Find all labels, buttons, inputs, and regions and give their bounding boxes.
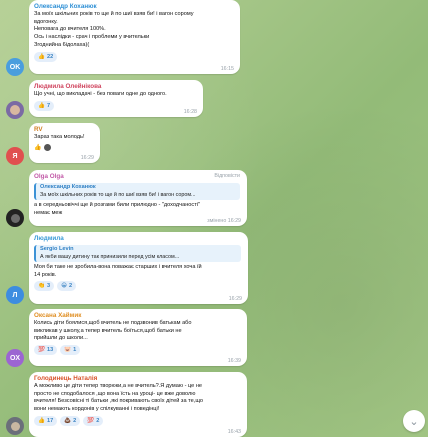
reaction-hundred[interactable]: 💯 13 <box>34 345 58 356</box>
message-line: Колись діти боялися,щоб вчитель не подзв… <box>34 320 192 326</box>
smile-icon: 😁 <box>61 283 67 290</box>
sender-name[interactable]: Людмила Олейнікова <box>34 83 196 91</box>
avatar[interactable] <box>6 417 24 435</box>
thumbs-up-icon: 👍 <box>38 102 45 109</box>
hundred-icon: 💯 <box>38 347 45 354</box>
message-time: 16:43 <box>227 429 241 435</box>
message-line: Ось і наслідки - срач і проблеми у вчите… <box>34 34 150 41</box>
avatar[interactable]: OX <box>6 349 24 367</box>
message-line: Згоднийна 6ідолаха)( <box>34 41 90 48</box>
message-time: змінено 16:29 <box>207 218 241 224</box>
thumbs-up-icon[interactable]: 👍 <box>34 144 41 151</box>
avatar[interactable] <box>6 209 24 227</box>
chevron-down-icon: ⌄ <box>409 415 419 428</box>
reaction-clap[interactable]: 👏 3 <box>34 281 55 292</box>
message-bubble[interactable]: Людмила Sergio Levin А якби вашу дитину … <box>29 232 248 304</box>
reaction-smile[interactable]: 😁 2 <box>57 281 77 292</box>
clap-icon: 👏 <box>38 283 45 290</box>
avatar[interactable]: OK <box>6 58 24 76</box>
message-time: 16:29 <box>228 296 242 302</box>
message-bubble[interactable]: Голодинець Наталія А можливо це діти теп… <box>29 372 247 437</box>
message-line: А можливо це діти тепер творюки,а не вчи… <box>34 383 203 389</box>
scroll-to-bottom-button[interactable]: ⌄ <box>403 410 425 432</box>
avatar[interactable]: Я <box>6 147 24 165</box>
quoted-reply[interactable]: Олександр Коханюк За моїх шкільних років… <box>34 183 240 200</box>
reply-sender: Олександр Коханюк <box>40 184 96 190</box>
message-bubble[interactable]: Олександр Коханюк За моїх шкільних років… <box>29 0 240 74</box>
sender-name[interactable]: Людмила <box>34 235 241 243</box>
reply-text: За моїх шкільних років то ще й по шиї вз… <box>40 191 196 198</box>
message-time: 16:15 <box>220 66 234 72</box>
photo-icon <box>10 213 20 223</box>
thumbs-up-icon: 👍 <box>38 53 45 60</box>
message-line: Неповага до вчителя 100%. <box>34 26 106 33</box>
poop-icon: 💩 <box>64 417 72 424</box>
message-time: 16:29 <box>80 155 94 161</box>
sender-name[interactable]: Голодинець Наталія <box>34 375 240 383</box>
message-line: За моїх шкільних років то ще й по шиї вз… <box>34 11 194 17</box>
reply-button[interactable]: Відповісти <box>214 173 240 179</box>
pig-icon: 🐷 <box>64 347 72 354</box>
avatar[interactable]: Л <box>6 286 24 304</box>
message-time: 16:28 <box>183 109 197 115</box>
sender-name[interactable]: Оксана Хаймик <box>34 312 240 320</box>
thumbs-up-icon: 👍 <box>38 417 45 424</box>
message-bubble[interactable]: Людмила Олейнікова Що учні, що викладачі… <box>29 80 203 117</box>
message-line: вони немають кордонів у спілкуванні і по… <box>34 406 160 413</box>
reaction-pig[interactable]: 🐷 1 <box>60 345 81 356</box>
hundred-icon: 💯 <box>87 417 95 424</box>
message-line: а в середньовіччі ще й розгами били прил… <box>34 202 200 208</box>
sender-name[interactable]: Olga Olga <box>34 173 240 181</box>
avatar[interactable] <box>6 101 24 119</box>
reaction-hundred[interactable]: 💯 2 <box>83 415 104 426</box>
message-line: Зараз така молодь! <box>34 134 85 140</box>
photo-icon <box>10 105 20 115</box>
photo-icon <box>10 421 20 431</box>
message-line: немає меж <box>34 209 63 216</box>
message-bubble[interactable]: RV Зараз така молодь! 👍 16:29 <box>29 123 100 163</box>
message-time: 16:39 <box>227 358 241 364</box>
sender-name[interactable]: RV <box>34 126 93 134</box>
sender-name[interactable]: Олександр Коханюк <box>34 3 233 11</box>
message-line: прийшли до школи... <box>34 335 88 342</box>
message-line: вдогонку. <box>34 18 58 25</box>
message-bubble[interactable]: Olga Olga Відповісти Олександр Коханюк З… <box>29 170 247 226</box>
message-line: 14 років. <box>34 271 57 278</box>
reaction-avatar <box>44 143 52 151</box>
reaction-poop[interactable]: 💩 2 <box>60 415 81 426</box>
reaction-thumbs-up[interactable]: 👍 17 <box>34 415 58 426</box>
message-line: Що учні, що викладачі - без поваги одне … <box>34 91 167 97</box>
message-bubble[interactable]: Оксана Хаймик Колись діти боялися,щоб вч… <box>29 309 247 366</box>
reaction-thumbs-up[interactable]: 👍 22 <box>34 51 58 62</box>
reaction-thumbs-up[interactable]: 👍 7 <box>34 100 55 111</box>
reply-text: А якби вашу дитину так принизили перед у… <box>40 253 180 260</box>
message-line: Моя би таке не зробила-вона поважає стар… <box>34 264 202 270</box>
reply-sender: Sergio Levin <box>40 246 74 252</box>
message-line: вчителя! Безсовісні ті батьки ,які покри… <box>34 398 203 405</box>
quoted-reply[interactable]: Sergio Levin А якби вашу дитину так прин… <box>34 245 241 262</box>
